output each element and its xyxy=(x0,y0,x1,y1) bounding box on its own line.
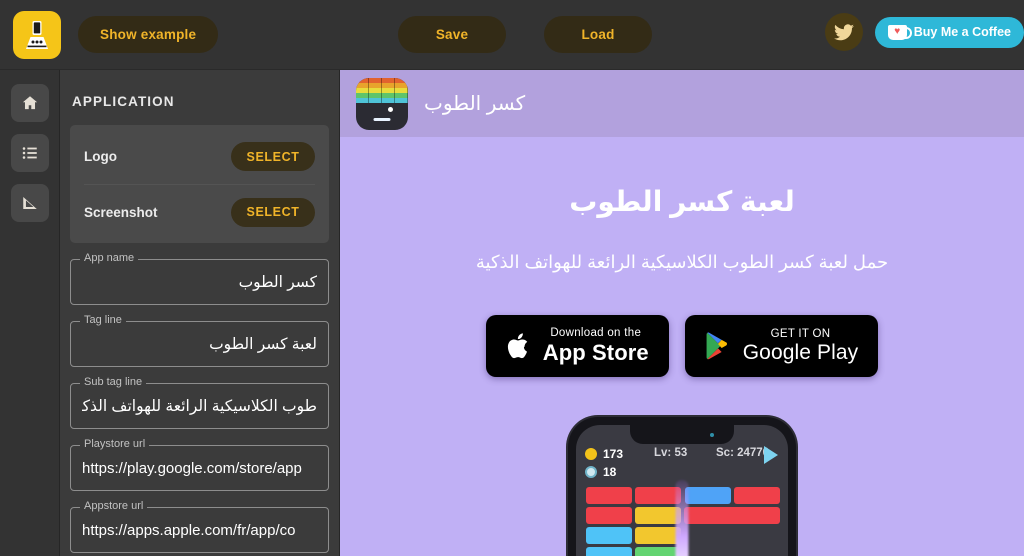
brick xyxy=(586,487,632,504)
icon-rail xyxy=(0,70,60,556)
playstore-badge-big: Google Play xyxy=(742,341,859,364)
save-button[interactable]: Save xyxy=(398,16,506,53)
playstore-url-value: https://play.google.com/store/app xyxy=(82,459,302,477)
brick xyxy=(685,487,731,504)
appstore-url-field[interactable]: Appstore url https://apps.apple.com/fr/a… xyxy=(70,500,329,553)
tag-line-field[interactable]: Tag line لعبة كسر الطوب xyxy=(70,314,329,367)
brick xyxy=(684,507,780,524)
laser-beam-effect xyxy=(675,480,689,556)
game-hud: 173 18 xyxy=(585,447,623,483)
appstore-badge[interactable]: Download on the App Store xyxy=(485,315,669,377)
score-indicator: Sc: 24770 xyxy=(716,447,770,459)
tag-line-legend: Tag line xyxy=(80,314,126,326)
twitter-bird-icon xyxy=(833,23,854,40)
ball-value: 18 xyxy=(603,465,617,479)
logo-brick-row xyxy=(356,97,408,103)
screenshot-label: Screenshot xyxy=(84,204,158,220)
sub-tag-line-field[interactable]: Sub tag line طوب الكلاسيكية الرائعة للهو… xyxy=(70,376,329,429)
playstore-badge-small: GET IT ON xyxy=(770,327,831,340)
preview-hero: لعبة كسر الطوب حمل لعبة كسر الطوب الكلاس… xyxy=(340,137,1024,556)
coin-value: 173 xyxy=(603,447,624,461)
panel-title: APPLICATION xyxy=(72,94,175,109)
brick xyxy=(586,527,632,544)
rail-item-layout[interactable] xyxy=(10,184,49,222)
brick-grid-left xyxy=(586,487,684,556)
buy-me-a-coffee-button[interactable]: ♥ Buy Me a Coffee xyxy=(874,16,1024,48)
file-actions: Save Load xyxy=(398,16,652,53)
app-name-field[interactable]: App name كسر الطوب xyxy=(70,252,329,305)
apple-logo-icon xyxy=(507,333,527,359)
asset-row-logo: Logo SELECT xyxy=(84,129,315,184)
buy-me-a-coffee-label: Buy Me a Coffee xyxy=(913,25,1011,39)
top-toolbar: Show example Save Load ♥ Buy Me a Coffee xyxy=(0,0,1024,70)
app-brand-logo[interactable] xyxy=(13,10,61,59)
ball-counter: 18 xyxy=(585,465,623,479)
play-triangle-icon[interactable] xyxy=(764,446,778,464)
google-play-logo-icon xyxy=(706,332,727,360)
phone-mockup-wrap: 173 18 Lv: 53 Sc: 24770 xyxy=(340,417,1024,556)
logo-paddle xyxy=(373,117,391,121)
appstore-url-legend: Appstore url xyxy=(80,500,148,512)
logo-label: Logo xyxy=(84,149,117,164)
brick xyxy=(586,547,632,556)
hero-title: لعبة كسر الطوب xyxy=(569,186,795,217)
brick xyxy=(635,487,681,504)
level-indicator: Lv: 53 xyxy=(654,447,688,459)
sub-tag-line-legend: Sub tag line xyxy=(80,376,147,388)
camera-dot-icon xyxy=(710,433,714,437)
rail-item-home[interactable] xyxy=(10,84,49,122)
brick-grid-right xyxy=(680,487,780,524)
playstore-badge-text: GET IT ON Google Play xyxy=(743,328,859,364)
appstore-badge-big: App Store xyxy=(542,340,649,366)
preview-navbar: كسر الطوب xyxy=(340,70,1024,137)
coffee-cup-heart-icon: ♥ xyxy=(887,24,912,40)
landing-page-preview: كسر الطوب لعبة كسر الطوب حمل لعبة كسر ال… xyxy=(340,70,1024,556)
logo-select-button[interactable]: SELECT xyxy=(231,142,315,171)
twitter-link[interactable] xyxy=(824,13,863,51)
hero-subtitle: حمل لعبة كسر الطوب الكلاسيكية الرائعة لل… xyxy=(475,252,889,272)
appstore-url-value: https://apps.apple.com/fr/app/co xyxy=(82,521,296,539)
screenshot-select-button[interactable]: SELECT xyxy=(231,197,315,227)
brick xyxy=(734,487,780,504)
rail-item-list[interactable] xyxy=(10,134,49,172)
brick xyxy=(635,547,681,556)
list-icon xyxy=(22,147,37,159)
app-name-legend: App name xyxy=(80,252,139,264)
topbar-right-actions: ♥ Buy Me a Coffee xyxy=(824,13,1024,51)
brick-breaker-app-logo xyxy=(356,77,408,130)
store-badges: Download on the App Store GET IT ON Goog… xyxy=(340,315,1024,377)
asset-card: Logo SELECT Screenshot SELECT xyxy=(70,125,329,243)
brick xyxy=(586,507,632,524)
home-icon xyxy=(22,96,37,110)
app-landing-page-icon xyxy=(26,20,48,49)
load-button[interactable]: Load xyxy=(544,16,652,53)
appstore-badge-text: Download on the App Store xyxy=(543,327,649,364)
logo-ball xyxy=(388,106,394,112)
asset-row-screenshot: Screenshot SELECT xyxy=(84,184,315,239)
phone-notch xyxy=(630,425,734,444)
sub-tag-line-value: طوب الكلاسيكية الرائعة للهواتف الذكية xyxy=(82,397,317,415)
ball-icon xyxy=(585,466,597,478)
playstore-badge[interactable]: GET IT ON Google Play xyxy=(684,315,879,377)
phone-mockup: 173 18 Lv: 53 Sc: 24770 xyxy=(568,417,796,556)
brick xyxy=(635,527,681,544)
playstore-url-legend: Playstore url xyxy=(80,438,150,450)
coin-icon xyxy=(585,448,597,460)
appstore-badge-small: Download on the xyxy=(550,327,642,340)
brick xyxy=(635,507,681,524)
preview-nav-title: كسر الطوب xyxy=(424,93,526,115)
tag-line-value: لعبة كسر الطوب xyxy=(209,335,317,353)
app-name-value: كسر الطوب xyxy=(238,273,317,291)
heart-glyph: ♥ xyxy=(894,26,901,37)
show-example-button[interactable]: Show example xyxy=(78,16,219,53)
main-body: APPLICATION Logo SELECT Screenshot SELEC… xyxy=(0,70,1024,556)
set-square-icon xyxy=(22,197,37,209)
phone-screen: 173 18 Lv: 53 Sc: 24770 xyxy=(576,425,788,556)
playstore-url-field[interactable]: Playstore url https://play.google.com/st… xyxy=(70,438,329,491)
coin-counter: 173 xyxy=(585,447,623,461)
application-settings-panel: APPLICATION Logo SELECT Screenshot SELEC… xyxy=(60,70,340,556)
app-root: Show example Save Load ♥ Buy Me a Coffee xyxy=(0,0,1024,556)
